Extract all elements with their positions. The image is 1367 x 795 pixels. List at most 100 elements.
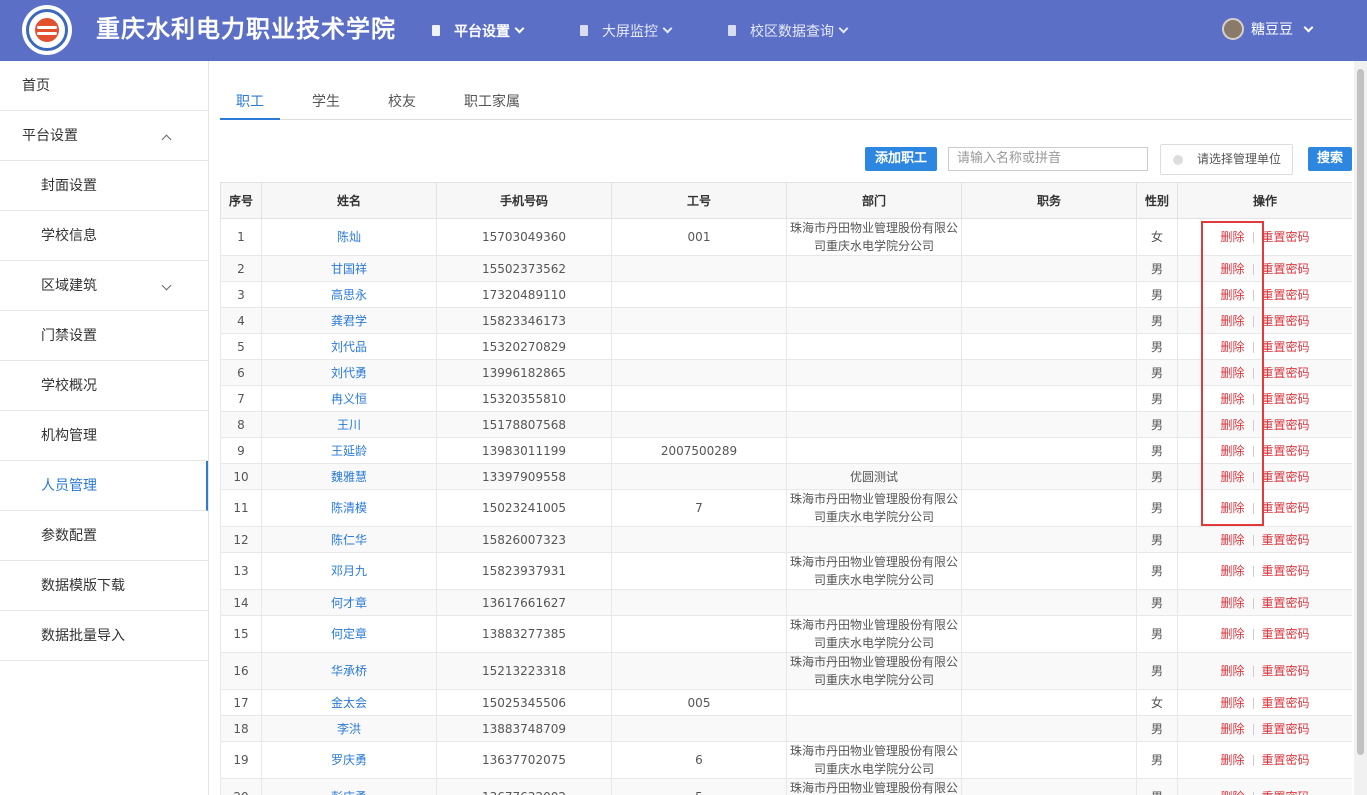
staff-name-link[interactable]: 金太会: [261, 689, 437, 716]
delete-link[interactable]: 删除: [1220, 533, 1244, 547]
reset-password-link[interactable]: 重置密码: [1262, 790, 1310, 795]
sidebar-item-home[interactable]: 首页: [0, 61, 208, 111]
delete-link[interactable]: 删除: [1220, 596, 1244, 610]
reset-password-link[interactable]: 重置密码: [1262, 418, 1310, 432]
reset-password-link[interactable]: 重置密码: [1262, 596, 1310, 610]
sidebar-item-batch-import[interactable]: 数据批量导入: [0, 611, 208, 661]
table-cell-ops: 删除 重置密码: [1177, 307, 1352, 334]
user-menu[interactable]: 糖豆豆: [1222, 16, 1314, 42]
sidebar-item-template-download[interactable]: 数据模版下载: [0, 561, 208, 611]
staff-name-link[interactable]: 陈仁华: [261, 526, 437, 553]
nav-platform-settings[interactable]: 平台设置: [432, 0, 525, 61]
tab-staff[interactable]: 职工: [220, 89, 280, 120]
delete-link[interactable]: 删除: [1220, 314, 1244, 328]
search-button[interactable]: 搜索: [1308, 147, 1352, 171]
table-cell-title: [961, 385, 1137, 412]
reset-password-link[interactable]: 重置密码: [1262, 340, 1310, 354]
reset-password-link[interactable]: 重置密码: [1262, 470, 1310, 484]
table-cell-phone: 15826007323: [436, 526, 612, 553]
reset-password-link[interactable]: 重置密码: [1262, 696, 1310, 710]
delete-link[interactable]: 删除: [1220, 664, 1244, 678]
staff-name-link[interactable]: 华承桥: [261, 652, 437, 690]
staff-name-link[interactable]: 李洪: [261, 715, 437, 742]
sidebar-item-param-config[interactable]: 参数配置: [0, 511, 208, 561]
reset-password-link[interactable]: 重置密码: [1262, 753, 1310, 767]
search-input[interactable]: 请输入名称或拼音: [948, 147, 1148, 171]
reset-password-link[interactable]: 重置密码: [1262, 230, 1310, 244]
sidebar-item-personnel-management[interactable]: 人员管理: [0, 461, 208, 511]
delete-link[interactable]: 删除: [1220, 627, 1244, 641]
staff-name-link[interactable]: 邓月九: [261, 552, 437, 590]
reset-password-link[interactable]: 重置密码: [1262, 722, 1310, 736]
tab-students[interactable]: 学生: [296, 89, 356, 120]
add-staff-button[interactable]: 添加职工: [865, 147, 937, 171]
staff-name-link[interactable]: 刘代勇: [261, 359, 437, 386]
table-cell-gender: 男: [1136, 359, 1178, 386]
nav-campus-data-query[interactable]: 校区数据查询: [728, 0, 849, 61]
delete-link[interactable]: 删除: [1220, 230, 1244, 244]
sidebar-item-access-control[interactable]: 门禁设置: [0, 311, 208, 361]
staff-name-link[interactable]: 高思永: [261, 281, 437, 308]
sidebar-item-cover-settings[interactable]: 封面设置: [0, 161, 208, 211]
management-unit-select[interactable]: 请选择管理单位: [1160, 144, 1293, 175]
table-row: 19 罗庆勇 13637702075 6 珠海市丹田物业管理股份有限公司重庆水电学院分公…: [220, 741, 1352, 779]
tab-alumni[interactable]: 校友: [372, 89, 432, 120]
delete-link[interactable]: 删除: [1220, 418, 1244, 432]
reset-password-link[interactable]: 重置密码: [1262, 533, 1310, 547]
delete-link[interactable]: 删除: [1220, 288, 1244, 302]
reset-password-link[interactable]: 重置密码: [1262, 288, 1310, 302]
delete-link[interactable]: 删除: [1220, 392, 1244, 406]
reset-password-link[interactable]: 重置密码: [1262, 444, 1310, 458]
staff-name-link[interactable]: 刘代品: [261, 333, 437, 360]
staff-name-link[interactable]: 何定章: [261, 615, 437, 653]
sidebar-item-school-info[interactable]: 学校信息: [0, 211, 208, 261]
delete-link[interactable]: 删除: [1220, 470, 1244, 484]
reset-password-link[interactable]: 重置密码: [1262, 366, 1310, 380]
reset-password-link[interactable]: 重置密码: [1262, 627, 1310, 641]
chevron-down-icon: [662, 23, 673, 34]
delete-link[interactable]: 删除: [1220, 262, 1244, 276]
staff-name-link[interactable]: 罗庆勇: [261, 741, 437, 779]
sidebar-item-platform-settings[interactable]: 平台设置: [0, 111, 208, 161]
reset-password-link[interactable]: 重置密码: [1262, 314, 1310, 328]
delete-link[interactable]: 删除: [1220, 444, 1244, 458]
nav-screen-monitor[interactable]: 大屏监控: [580, 0, 673, 61]
staff-name-link[interactable]: 陈灿: [261, 218, 437, 256]
staff-name-link[interactable]: 甘国祥: [261, 255, 437, 282]
delete-link[interactable]: 删除: [1220, 722, 1244, 736]
delete-link[interactable]: 删除: [1220, 790, 1244, 795]
delete-link[interactable]: 删除: [1220, 340, 1244, 354]
staff-name-link[interactable]: 王延龄: [261, 437, 437, 464]
delete-link[interactable]: 删除: [1220, 753, 1244, 767]
staff-name-link[interactable]: 彭庆勇: [261, 778, 437, 795]
staff-name-link[interactable]: 王川: [261, 411, 437, 438]
table-cell-title: [961, 463, 1137, 490]
staff-name-link[interactable]: 龚君学: [261, 307, 437, 334]
tab-staff-family[interactable]: 职工家属: [456, 89, 528, 120]
table-row: 10 魏雅慧 13397909558 优圆测试 男 删除 重置密码: [220, 463, 1352, 490]
staff-name-link[interactable]: 冉义恒: [261, 385, 437, 412]
reset-password-link[interactable]: 重置密码: [1262, 262, 1310, 276]
reset-password-link[interactable]: 重置密码: [1262, 564, 1310, 578]
staff-name-link[interactable]: 陈清模: [261, 489, 437, 527]
staff-name-link[interactable]: 魏雅慧: [261, 463, 437, 490]
table-cell-job-no: 5: [611, 778, 787, 795]
table-cell-phone: 13883277385: [436, 615, 612, 653]
table-row: 15 何定章 13883277385 珠海市丹田物业管理股份有限公司重庆水电学院分公司…: [220, 615, 1352, 653]
staff-name-link[interactable]: 何才章: [261, 589, 437, 616]
divider: [1252, 597, 1254, 609]
delete-link[interactable]: 删除: [1220, 366, 1244, 380]
divider: [1252, 341, 1254, 353]
table-cell-title: [961, 281, 1137, 308]
reset-password-link[interactable]: 重置密码: [1262, 501, 1310, 515]
reset-password-link[interactable]: 重置密码: [1262, 664, 1310, 678]
reset-password-link[interactable]: 重置密码: [1262, 392, 1310, 406]
delete-link[interactable]: 删除: [1220, 501, 1244, 515]
vertical-scrollbar[interactable]: [1354, 61, 1367, 795]
sidebar-item-org-management[interactable]: 机构管理: [0, 411, 208, 461]
sidebar-item-school-overview[interactable]: 学校概况: [0, 361, 208, 411]
delete-link[interactable]: 删除: [1220, 564, 1244, 578]
sidebar-item-area-buildings[interactable]: 区域建筑: [0, 261, 208, 311]
scrollbar-thumb[interactable]: [1357, 69, 1364, 755]
delete-link[interactable]: 删除: [1220, 696, 1244, 710]
